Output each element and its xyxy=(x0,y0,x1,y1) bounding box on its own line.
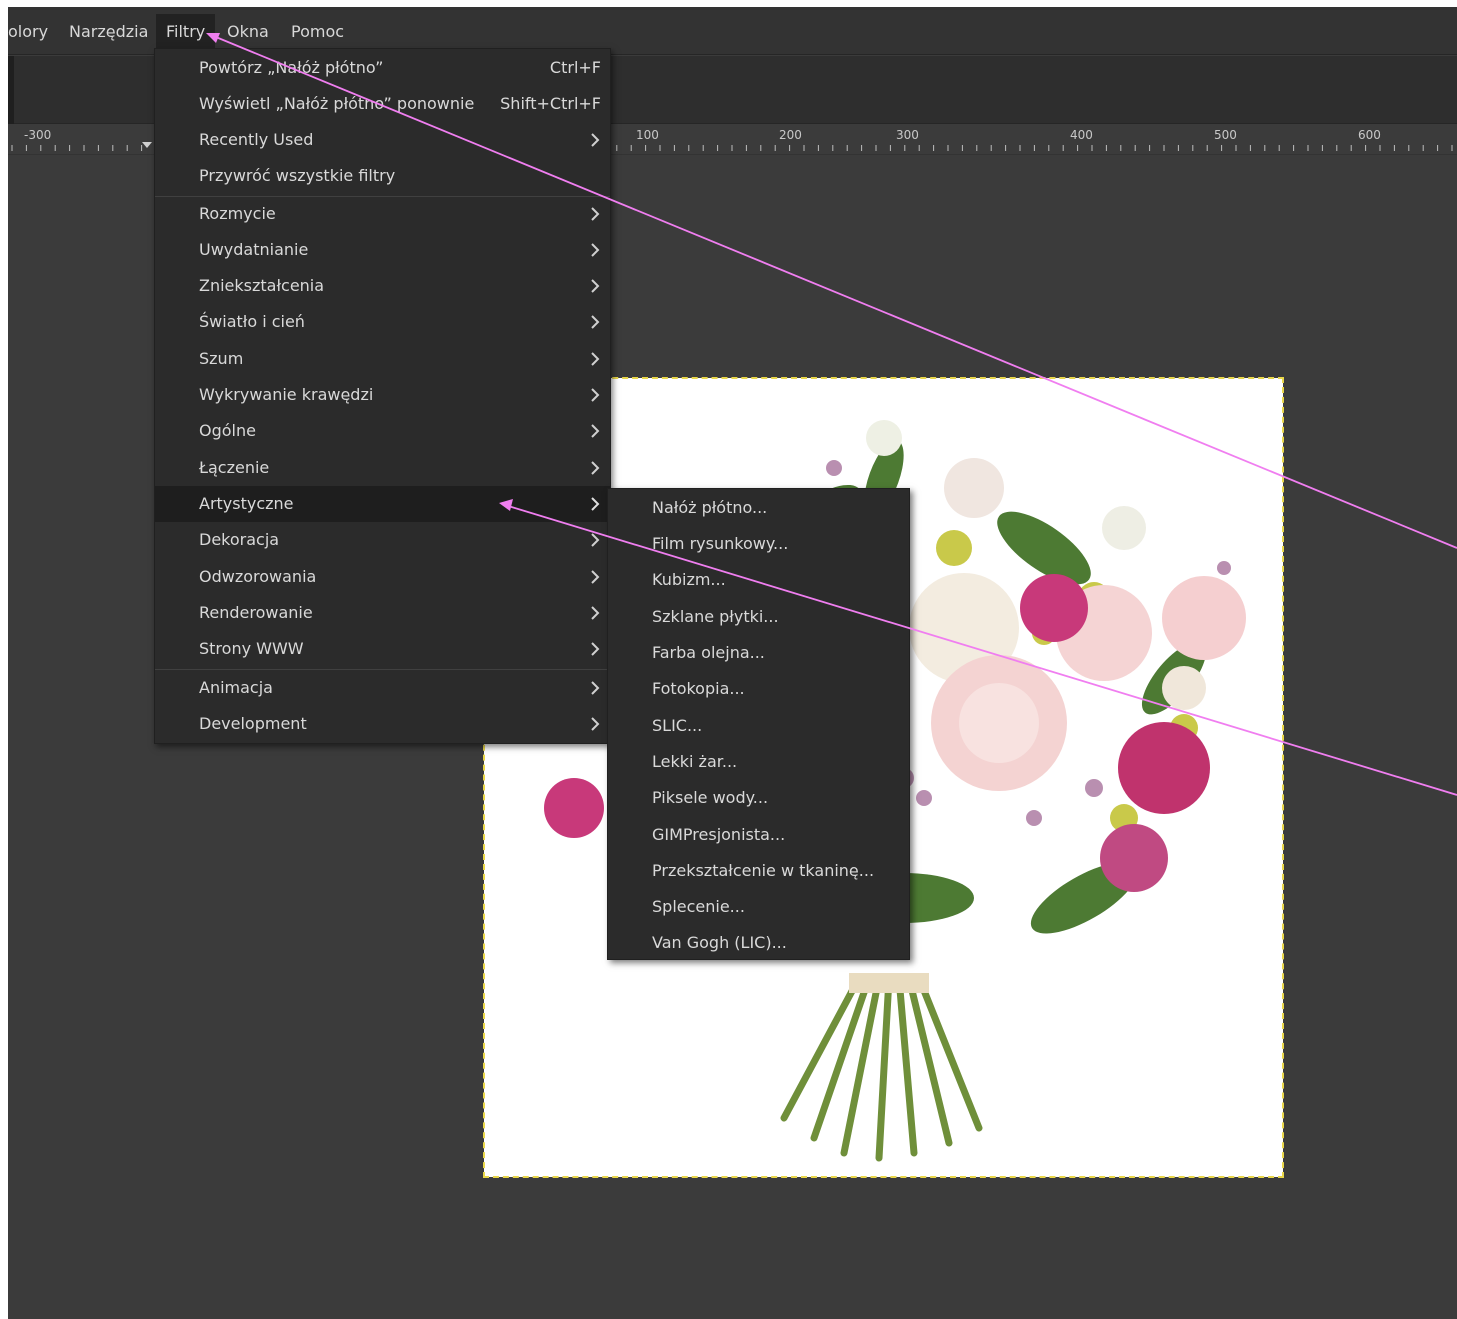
menu-item-label: Wykrywanie krawędzi xyxy=(199,385,374,404)
menu-item-rozmycie[interactable]: Rozmycie xyxy=(155,196,610,232)
submenu-item-label: Szklane płytki... xyxy=(652,607,779,626)
submenu-item-label: Fotokopia... xyxy=(652,679,745,698)
artistic-submenu: Nałóż płótno... Film rysunkowy... Kubizm… xyxy=(607,488,910,960)
chevron-right-icon xyxy=(591,315,600,329)
submenu-item-przeksztalcenie-w-tkanine[interactable]: Przekształcenie w tkaninę... xyxy=(608,853,909,889)
chevron-right-icon xyxy=(591,207,600,221)
menu-item-label: Rozmycie xyxy=(199,204,276,223)
menu-item-label: Powtórz „Nałóż płótno” xyxy=(199,58,384,77)
menu-item-dekoracja[interactable]: Dekoracja xyxy=(155,522,610,558)
menu-item-artystyczne[interactable]: Artystyczne xyxy=(155,486,610,522)
submenu-item-label: Nałóż płótno... xyxy=(652,498,768,517)
submenu-item-farba-olejna[interactable]: Farba olejna... xyxy=(608,635,909,671)
submenu-item-label: Przekształcenie w tkaninę... xyxy=(652,861,875,880)
submenu-item-splecenie[interactable]: Splecenie... xyxy=(608,889,909,925)
submenu-item-label: GIMPresjonista... xyxy=(652,825,786,844)
submenu-item-label: Kubizm... xyxy=(652,570,726,589)
ruler-label: 300 xyxy=(896,128,919,142)
menu-item-reshow-last[interactable]: Wyświetl „Nałóż płótno” ponownie Shift+C… xyxy=(155,86,610,122)
chevron-right-icon xyxy=(591,717,600,731)
submenu-item-film-rysunkowy[interactable]: Film rysunkowy... xyxy=(608,526,909,562)
chevron-right-icon xyxy=(591,497,600,511)
ruler-label: -300 xyxy=(24,128,51,142)
submenu-item-kubizm[interactable]: Kubizm... xyxy=(608,562,909,598)
menu-item-laczenie[interactable]: Łączenie xyxy=(155,450,610,486)
submenu-item-gimpresjonista[interactable]: GIMPresjonista... xyxy=(608,817,909,853)
menu-narzedzia[interactable]: Narzędzia xyxy=(69,21,148,43)
menu-filtry[interactable]: Filtry xyxy=(156,14,216,50)
menu-item-recently-used[interactable]: Recently Used xyxy=(155,122,610,158)
chevron-right-icon xyxy=(591,424,600,438)
chevron-right-icon xyxy=(591,642,600,656)
chevron-right-icon xyxy=(591,681,600,695)
menu-item-label: Uwydatnianie xyxy=(199,240,309,259)
menu-item-label: Animacja xyxy=(199,678,273,697)
menu-item-ogolne[interactable]: Ogólne xyxy=(155,413,610,449)
menu-item-label: Recently Used xyxy=(199,130,314,149)
menu-item-label: Wyświetl „Nałóż płótno” ponownie xyxy=(199,94,475,113)
menu-item-label: Szum xyxy=(199,349,244,368)
menu-item-znieksztalcenia[interactable]: Zniekształcenia xyxy=(155,268,610,304)
submenu-item-label: Van Gogh (LIC)... xyxy=(652,933,787,952)
submenu-item-nałoz-plotno[interactable]: Nałóż płótno... xyxy=(608,490,909,526)
tool-options-edge xyxy=(8,56,14,124)
chevron-right-icon xyxy=(591,133,600,147)
chevron-right-icon xyxy=(591,352,600,366)
submenu-item-label: Farba olejna... xyxy=(652,643,765,662)
ruler-pointer-icon xyxy=(142,142,152,148)
menu-item-development[interactable]: Development xyxy=(155,706,610,742)
filters-dropdown-menu: Powtórz „Nałóż płótno” Ctrl+F Wyświetl „… xyxy=(154,48,611,744)
submenu-item-label: Film rysunkowy... xyxy=(652,534,789,553)
submenu-item-label: Lekki żar... xyxy=(652,752,738,771)
menu-item-odwzorowania[interactable]: Odwzorowania xyxy=(155,559,610,595)
ruler-label: 500 xyxy=(1214,128,1237,142)
ruler-label: 600 xyxy=(1358,128,1381,142)
menu-item-label: Ogólne xyxy=(199,421,256,440)
chevron-right-icon xyxy=(591,533,600,547)
submenu-item-lekki-zar[interactable]: Lekki żar... xyxy=(608,744,909,780)
menu-item-uwydatnianie[interactable]: Uwydatnianie xyxy=(155,232,610,268)
submenu-item-label: SLIC... xyxy=(652,716,703,735)
menu-item-label: Renderowanie xyxy=(199,603,313,622)
chevron-right-icon xyxy=(591,388,600,402)
menu-item-reset-all-filters[interactable]: Przywróć wszystkie filtry xyxy=(155,158,610,194)
submenu-item-slic[interactable]: SLIC... xyxy=(608,708,909,744)
menu-item-label: Development xyxy=(199,714,307,733)
chevron-right-icon xyxy=(591,461,600,475)
menu-pomoc[interactable]: Pomoc xyxy=(291,21,344,43)
ruler-label: 400 xyxy=(1070,128,1093,142)
chevron-right-icon xyxy=(591,606,600,620)
chevron-right-icon xyxy=(591,279,600,293)
submenu-item-piksele-wody[interactable]: Piksele wody... xyxy=(608,780,909,816)
submenu-item-van-gogh[interactable]: Van Gogh (LIC)... xyxy=(608,925,909,961)
menu-item-wykrywanie-krawedzi[interactable]: Wykrywanie krawędzi xyxy=(155,377,610,413)
submenu-item-label: Splecenie... xyxy=(652,897,745,916)
menu-item-shortcut: Shift+Ctrl+F xyxy=(500,94,601,113)
submenu-item-fotokopia[interactable]: Fotokopia... xyxy=(608,671,909,707)
menu-okna[interactable]: Okna xyxy=(227,21,269,43)
menu-item-shortcut: Ctrl+F xyxy=(549,58,601,77)
ruler-label: 100 xyxy=(636,128,659,142)
ruler-label: 200 xyxy=(779,128,802,142)
menu-item-label: Światło i cień xyxy=(199,312,305,331)
menu-item-label: Zniekształcenia xyxy=(199,276,325,295)
chevron-right-icon xyxy=(591,570,600,584)
submenu-item-label: Piksele wody... xyxy=(652,788,769,807)
menu-item-label: Dekoracja xyxy=(199,530,280,549)
menu-item-label: Odwzorowania xyxy=(199,567,317,586)
menu-item-strony-www[interactable]: Strony WWW xyxy=(155,631,610,667)
menu-item-szum[interactable]: Szum xyxy=(155,341,610,377)
gimp-window: olory Narzędzia Filtry Okna Pomoc -300 1… xyxy=(8,7,1457,1319)
menu-item-swiatlo-i-cien[interactable]: Światło i cień xyxy=(155,304,610,340)
menu-item-renderowanie[interactable]: Renderowanie xyxy=(155,595,610,631)
menu-kolory[interactable]: olory xyxy=(8,21,48,43)
submenu-item-szklane-plytki[interactable]: Szklane płytki... xyxy=(608,599,909,635)
menu-item-label: Przywróć wszystkie filtry xyxy=(199,166,396,185)
menu-item-label: Strony WWW xyxy=(199,639,304,658)
chevron-right-icon xyxy=(591,243,600,257)
menu-item-label: Łączenie xyxy=(199,458,270,477)
menu-item-animacja[interactable]: Animacja xyxy=(155,670,610,706)
menu-item-label: Artystyczne xyxy=(199,494,294,513)
menu-item-repeat-last[interactable]: Powtórz „Nałóż płótno” Ctrl+F xyxy=(155,50,610,86)
